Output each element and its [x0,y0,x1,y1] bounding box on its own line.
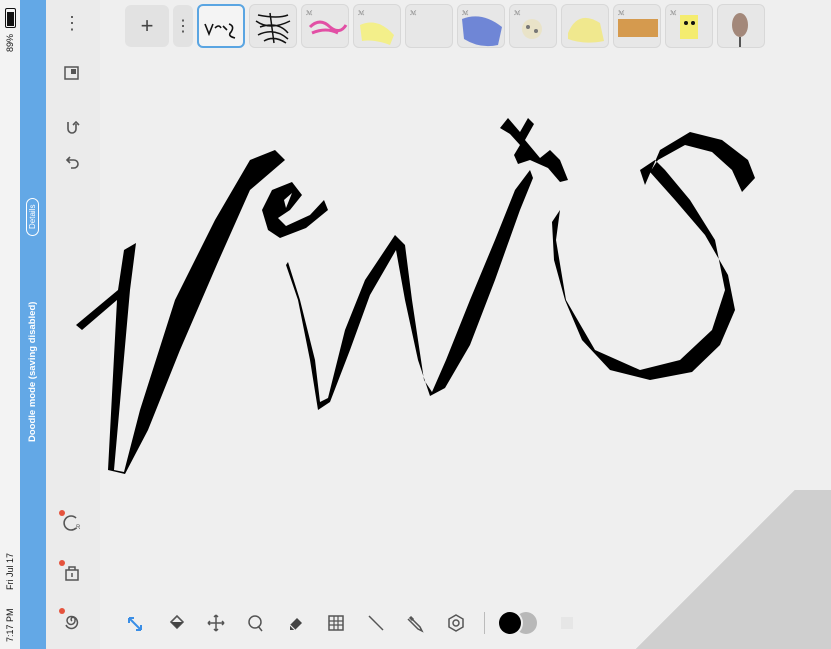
svg-text:ℳ: ℳ [514,10,521,17]
bottom-toolbar [120,603,583,643]
svg-text:ℳ: ℳ [670,10,677,17]
svg-text:ℳ: ℳ [358,10,365,17]
thumbnail-10[interactable]: ℳ [665,4,713,48]
primary-color-swatch[interactable] [499,612,521,634]
thumbnail-11[interactable] [717,4,765,48]
eraser-icon[interactable] [280,607,312,639]
settings-icon[interactable] [440,607,472,639]
color-options-icon[interactable] [551,607,583,639]
thumbnail-1[interactable] [197,4,245,48]
toolbar-divider [484,612,485,634]
svg-text:ℳ: ℳ [410,10,417,17]
pen-icon[interactable] [400,607,432,639]
doodle-strokes [76,118,755,474]
strip-more-button[interactable]: ⋮ [173,5,193,47]
fill-bucket-icon[interactable] [160,607,192,639]
active-dot [59,510,65,516]
thumbnail-6[interactable]: ℳ [457,4,505,48]
active-dot [59,560,65,566]
lasso-tool-icon[interactable]: R [55,506,89,540]
svg-text:ℳ: ℳ [618,10,625,17]
thumbnail-9[interactable]: ℳ [613,4,661,48]
thumbnail-8[interactable] [561,4,609,48]
active-dot [59,608,65,614]
grid-icon[interactable] [320,607,352,639]
svg-text:ℳ: ℳ [306,10,313,17]
add-page-button[interactable]: + [125,5,169,47]
thumbnail-3[interactable]: ℳ [301,4,349,48]
spiral-icon[interactable] [55,604,89,638]
insert-image-icon[interactable] [55,556,89,590]
page-strip: + ⋮ ℳ ℳ ℳ ℳ ℳ ℳ ℳ [125,0,831,52]
plus-icon: + [140,13,154,38]
svg-text:ℳ: ℳ [462,10,469,17]
svg-text:R: R [76,525,81,531]
select-arrows-icon[interactable] [120,607,152,639]
thumbnail-7[interactable]: ℳ [509,4,557,48]
color-swatches[interactable] [497,611,543,635]
lasso-icon[interactable] [240,607,272,639]
thumbnail-4[interactable]: ℳ [353,4,401,48]
thumbnail-2[interactable] [249,4,297,48]
line-icon[interactable] [360,607,392,639]
thumbnail-5[interactable]: ℳ [405,4,453,48]
move-icon[interactable] [200,607,232,639]
